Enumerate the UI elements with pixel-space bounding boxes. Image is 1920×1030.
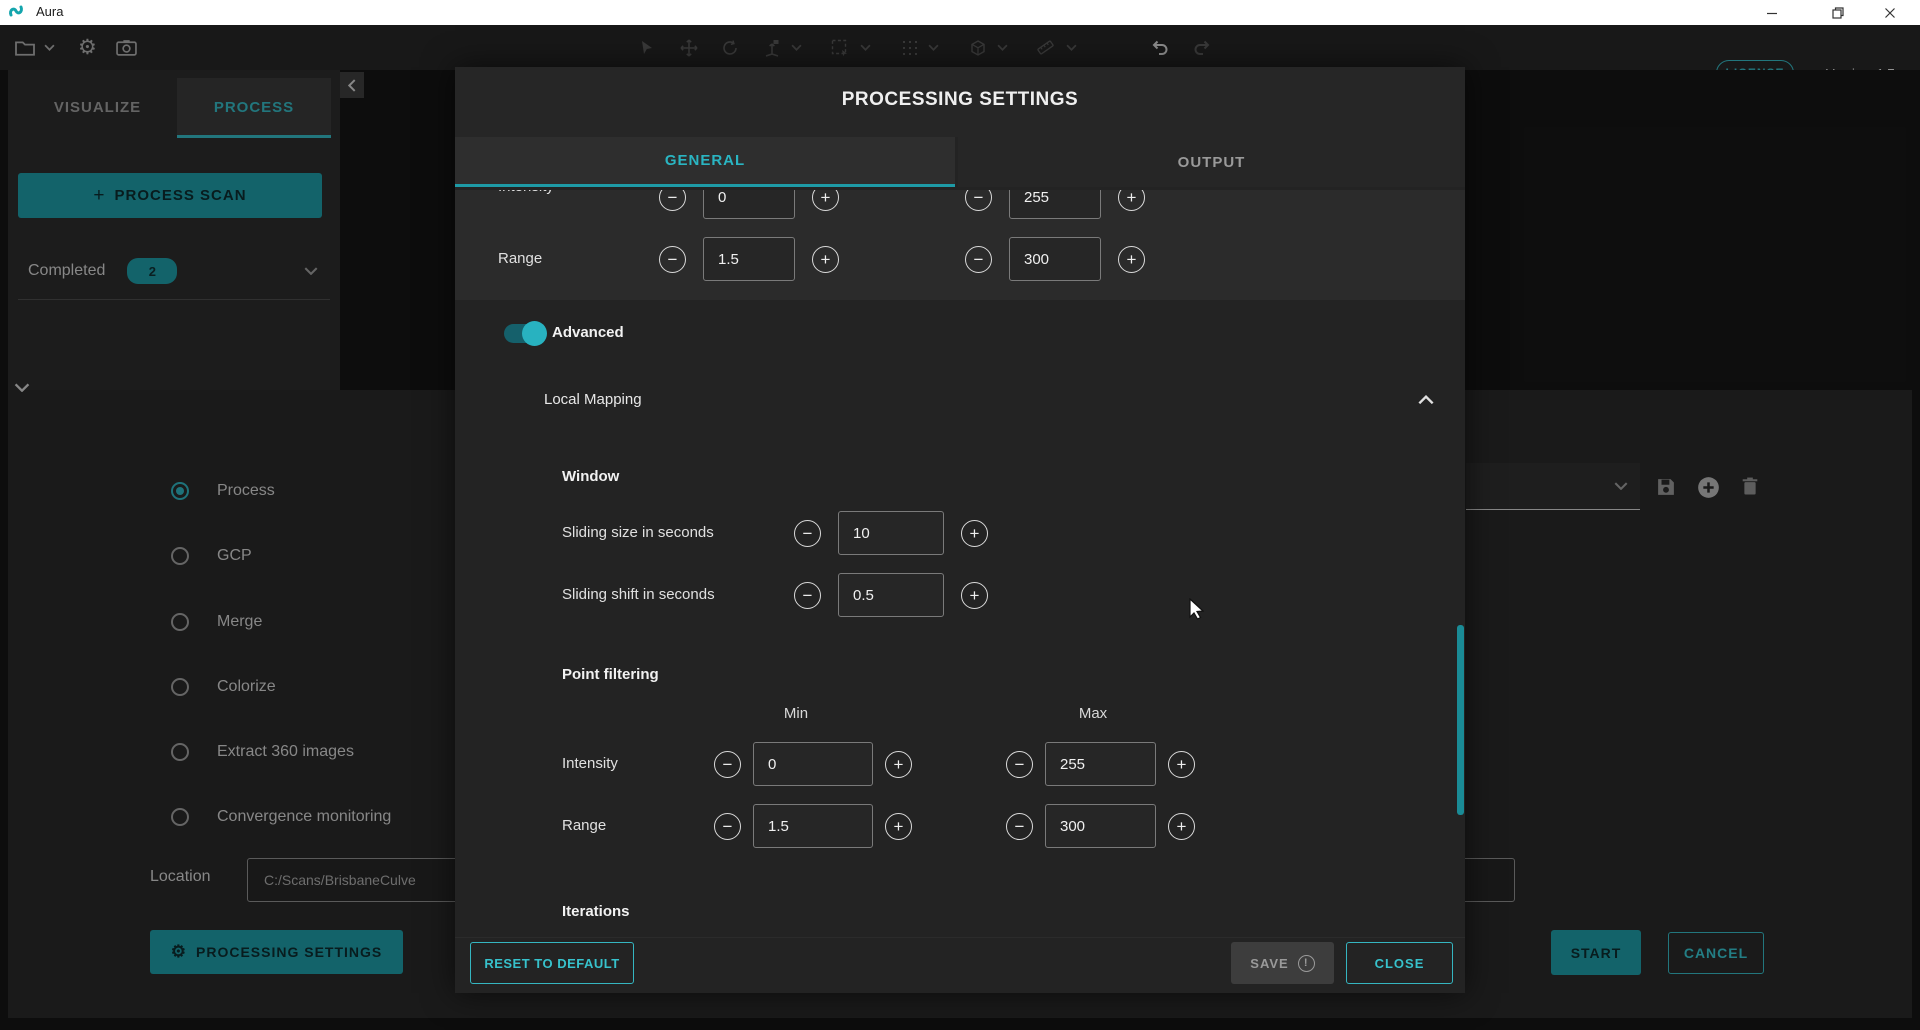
dialog-title: PROCESSING SETTINGS — [455, 89, 1465, 111]
sliding-shift-input[interactable] — [838, 573, 944, 617]
pf-intensity-label: Intensity — [562, 742, 618, 786]
intensity-max-stepper: − + — [965, 190, 1145, 219]
mouse-cursor — [1188, 598, 1206, 625]
pf-range-min-stepper: − + — [714, 804, 912, 848]
increment-button[interactable]: + — [885, 751, 912, 778]
point-filtering-subsection-title: Point filtering — [562, 664, 659, 686]
increment-button[interactable]: + — [1168, 751, 1195, 778]
decrement-button[interactable]: − — [965, 190, 992, 211]
decrement-button[interactable]: − — [714, 813, 741, 840]
range-min-input[interactable] — [703, 237, 795, 281]
aura-logo-icon — [8, 3, 28, 26]
scrolled-top-panel — [455, 190, 1465, 300]
max-column-header: Max — [1068, 703, 1118, 725]
modal-scrollbar[interactable] — [1457, 625, 1464, 815]
pf-intensity-max-stepper: − + — [1006, 742, 1195, 786]
tab-output[interactable]: OUTPUT — [958, 137, 1465, 187]
advanced-label: Advanced — [552, 321, 624, 345]
sliding-size-stepper: − + — [794, 511, 988, 555]
increment-button[interactable]: + — [1118, 190, 1145, 211]
increment-button[interactable]: + — [1168, 813, 1195, 840]
decrement-button[interactable]: − — [794, 520, 821, 547]
sliding-shift-label: Sliding shift in seconds — [562, 573, 715, 617]
reset-to-default-button[interactable]: RESET TO DEFAULT — [470, 942, 634, 984]
window-title: Aura — [36, 4, 63, 19]
increment-button[interactable]: + — [812, 190, 839, 211]
tab-general[interactable]: GENERAL — [455, 137, 955, 187]
window-subsection-title: Window — [562, 466, 619, 488]
decrement-button[interactable]: − — [659, 246, 686, 273]
collapse-section-chevron-up-icon[interactable] — [1418, 392, 1434, 410]
increment-button[interactable]: + — [1118, 246, 1145, 273]
dialog-content: Intensity − + − + Range − + − + — [455, 190, 1465, 937]
iterations-subsection-title: Iterations — [562, 901, 630, 923]
window-titlebar: Aura — [0, 0, 1920, 25]
save-warning-icon: ! — [1298, 955, 1315, 972]
increment-button[interactable]: + — [961, 520, 988, 547]
range-max-stepper: − + — [965, 237, 1145, 281]
save-label: SAVE — [1250, 956, 1288, 971]
increment-button[interactable]: + — [812, 246, 839, 273]
min-column-header: Min — [771, 703, 821, 725]
intensity-row-label-clipped: Intensity — [498, 190, 588, 197]
local-mapping-section-title: Local Mapping — [544, 388, 642, 412]
decrement-button[interactable]: − — [1006, 751, 1033, 778]
increment-button[interactable]: + — [961, 582, 988, 609]
close-window-button[interactable] — [1875, 4, 1905, 22]
save-button[interactable]: SAVE ! — [1231, 942, 1334, 984]
pf-intensity-min-input[interactable] — [753, 742, 873, 786]
advanced-toggle[interactable] — [504, 324, 544, 343]
pf-range-max-input[interactable] — [1045, 804, 1156, 848]
pf-intensity-max-input[interactable] — [1045, 742, 1156, 786]
range-min-stepper: − + — [659, 237, 839, 281]
pf-intensity-min-stepper: − + — [714, 742, 912, 786]
decrement-button[interactable]: − — [714, 751, 741, 778]
pf-range-max-stepper: − + — [1006, 804, 1195, 848]
pf-range-label: Range — [562, 804, 606, 848]
decrement-button[interactable]: − — [794, 582, 821, 609]
dialog-footer: RESET TO DEFAULT SAVE ! CLOSE — [455, 937, 1465, 993]
sliding-size-label: Sliding size in seconds — [562, 511, 714, 555]
intensity-min-stepper: − + — [659, 190, 839, 219]
pf-range-min-input[interactable] — [753, 804, 873, 848]
aura-app-window: Aura ⚙ — [0, 0, 1920, 1030]
sliding-shift-stepper: − + — [794, 573, 988, 617]
close-button[interactable]: CLOSE — [1346, 942, 1453, 984]
decrement-button[interactable]: − — [1006, 813, 1033, 840]
increment-button[interactable]: + — [885, 813, 912, 840]
range-max-input[interactable] — [1009, 237, 1101, 281]
intensity-max-input[interactable] — [1009, 190, 1101, 219]
restore-button[interactable] — [1823, 4, 1853, 22]
processing-settings-dialog: PROCESSING SETTINGS GENERAL OUTPUT Inten… — [455, 67, 1465, 993]
decrement-button[interactable]: − — [659, 190, 686, 211]
sliding-size-input[interactable] — [838, 511, 944, 555]
minimize-button[interactable] — [1757, 4, 1787, 22]
range-row-label: Range — [498, 237, 542, 281]
decrement-button[interactable]: − — [965, 246, 992, 273]
intensity-min-input[interactable] — [703, 190, 795, 219]
